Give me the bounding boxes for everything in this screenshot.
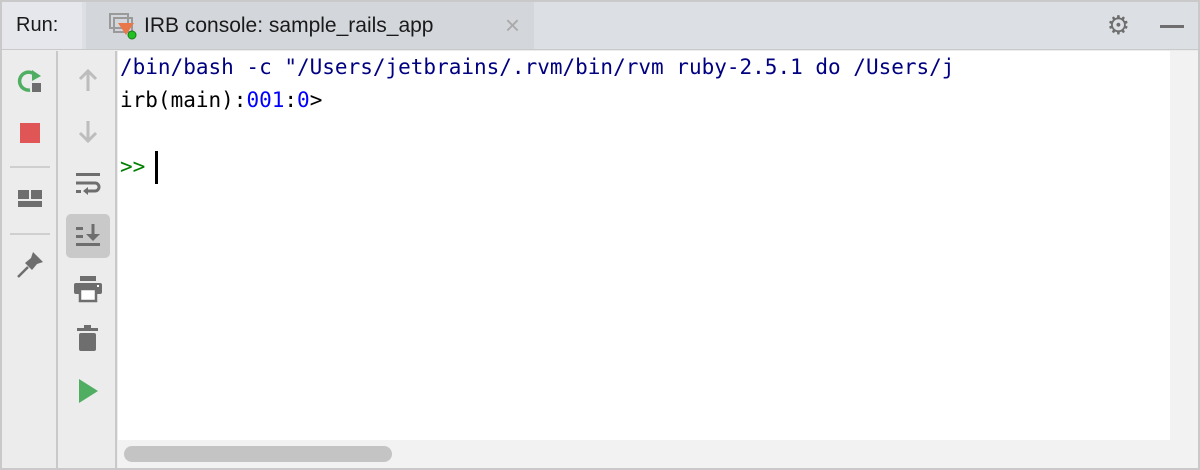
tab-irb-console[interactable]: IRB console: sample_rails_app × <box>86 2 534 49</box>
prompt-level: 0 <box>297 88 310 112</box>
vertical-scroll-area <box>1170 51 1198 468</box>
run-toolbar <box>2 51 58 468</box>
down-arrow-icon[interactable] <box>66 109 110 153</box>
text-cursor <box>155 151 159 184</box>
tool-window-header: Run: IRB console: sample_rails_app × ⚙ <box>2 2 1198 50</box>
input-prompt: >> <box>120 154 146 179</box>
minimize-icon[interactable] <box>1160 25 1184 28</box>
gear-icon[interactable]: ⚙ <box>1107 10 1130 41</box>
prompt-separator: : <box>284 88 298 112</box>
horizontal-scrollbar[interactable] <box>118 440 1170 468</box>
input-line[interactable]: >> <box>120 151 159 184</box>
console-output[interactable]: /bin/bash -c "/Users/jetbrains/.rvm/bin/… <box>118 51 1170 440</box>
prompt-prefix: irb(main): <box>120 88 247 112</box>
pin-icon[interactable] <box>8 243 52 287</box>
run-icon[interactable] <box>66 369 110 413</box>
irb-console-icon <box>108 11 138 41</box>
scroll-to-end-icon[interactable] <box>66 214 110 258</box>
irb-prompt: irb(main):001:0> <box>120 88 322 112</box>
command-line: /bin/bash -c "/Users/jetbrains/.rvm/bin/… <box>120 55 955 79</box>
soft-wrap-icon[interactable] <box>66 161 110 205</box>
print-icon[interactable] <box>66 267 110 311</box>
separator <box>10 166 50 168</box>
tab-title: IRB console: sample_rails_app <box>144 13 434 37</box>
prompt-suffix: > <box>309 88 323 112</box>
separator <box>10 233 50 235</box>
stop-icon[interactable] <box>8 111 52 155</box>
run-label: Run: <box>2 2 82 49</box>
console-toolbar <box>60 51 117 468</box>
prompt-line-number: 001 <box>246 88 285 112</box>
scrollbar-thumb[interactable] <box>124 446 392 462</box>
rerun-icon[interactable] <box>8 59 52 103</box>
up-arrow-icon[interactable] <box>66 59 110 103</box>
layout-icon[interactable] <box>8 177 52 221</box>
close-icon[interactable]: × <box>505 11 520 39</box>
trash-icon[interactable] <box>66 317 110 361</box>
